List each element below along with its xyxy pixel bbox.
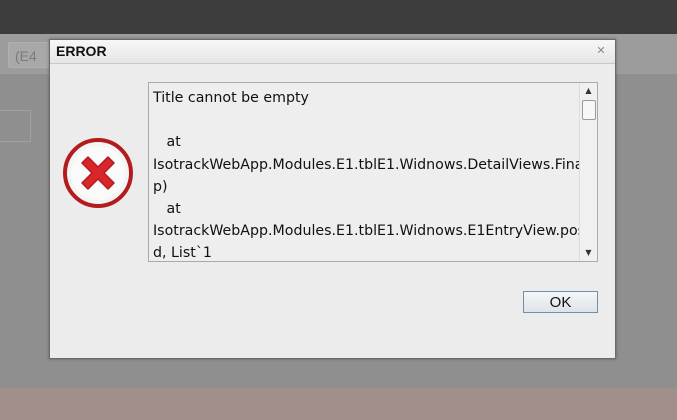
scroll-thumb[interactable] — [582, 100, 596, 120]
message-scrollbar[interactable]: ▲ ▼ — [579, 83, 597, 261]
error-message-text: Title cannot be empty at IsotrackWebApp.… — [153, 90, 598, 262]
dialog-title: ERROR — [56, 43, 107, 59]
ok-button[interactable]: OK — [523, 291, 598, 313]
dialog-title-bar[interactable]: ERROR ✕ — [50, 40, 615, 64]
background-panel — [0, 110, 31, 142]
scroll-up-arrow-icon[interactable]: ▲ — [580, 83, 597, 99]
error-x-icon — [63, 138, 133, 208]
scroll-down-arrow-icon[interactable]: ▼ — [580, 245, 597, 261]
app-top-bar — [0, 0, 677, 34]
close-icon[interactable]: ✕ — [594, 44, 608, 58]
error-message-box[interactable]: Title cannot be empty at IsotrackWebApp.… — [148, 82, 598, 262]
background-footer — [0, 388, 677, 420]
error-dialog: ERROR ✕ Title cannot be empty at Isotrac… — [49, 39, 616, 359]
